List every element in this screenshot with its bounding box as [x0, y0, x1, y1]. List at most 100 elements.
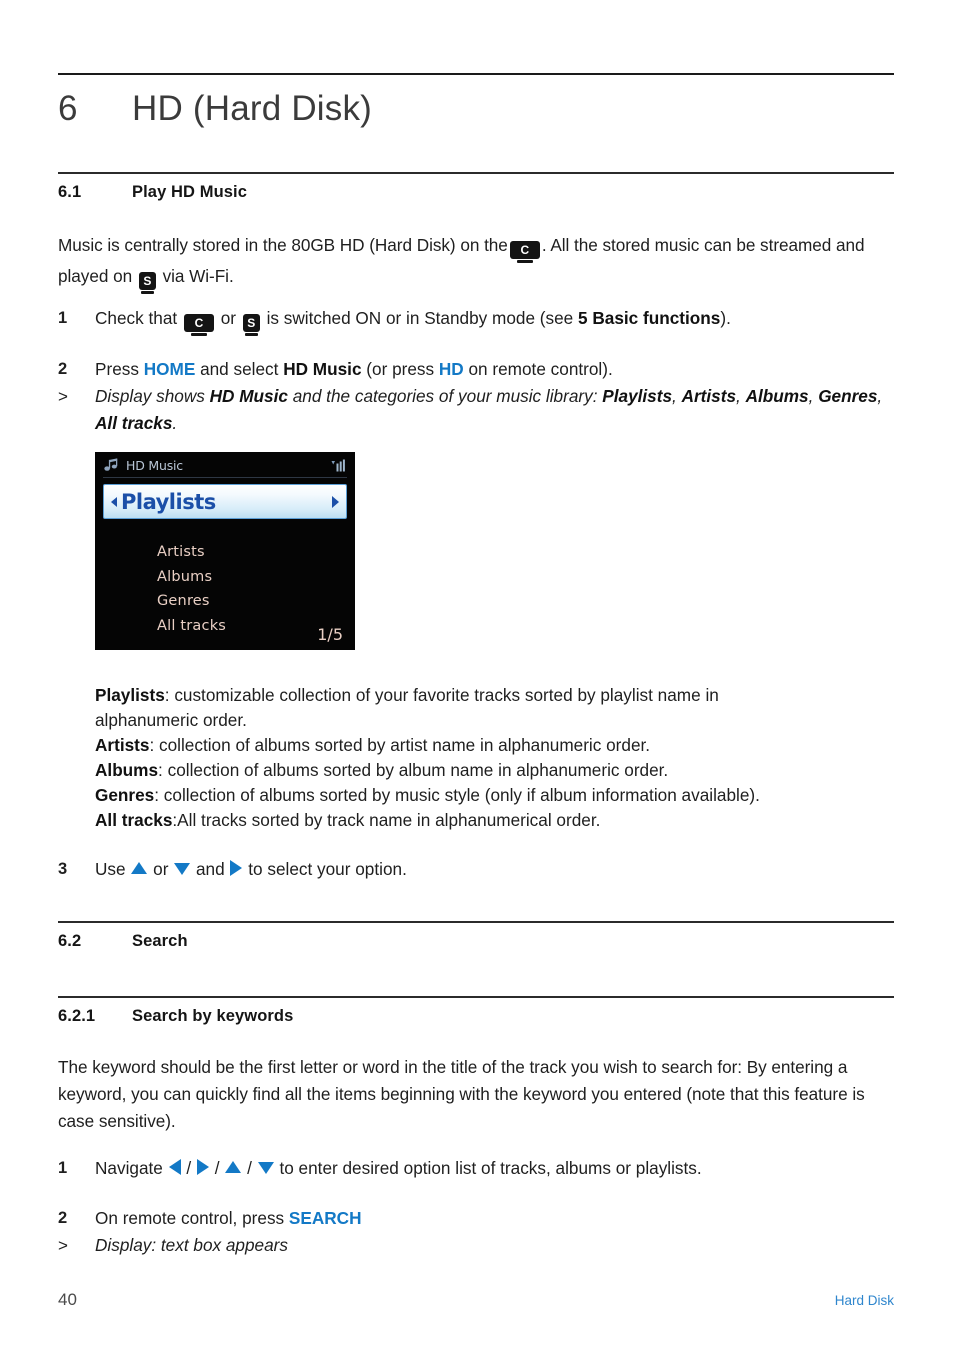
result-marker: > — [58, 1236, 68, 1255]
step-61-2: 2 Press HOME and select HD Music (or pre… — [58, 356, 898, 383]
step-marker: 2 — [58, 1209, 68, 1227]
result-bold-playlists: Playlists — [602, 386, 673, 406]
center-device-letter: C — [509, 241, 540, 259]
document-page: 6 HD (Hard Disk) 6.1 Play HD Music Music i… — [0, 0, 954, 1350]
step-text-b: to enter desired option list of tracks, … — [279, 1158, 702, 1178]
section-heading-62: 6.2 Search — [58, 932, 894, 951]
definition-playlists-line2: alphanumeric order. — [95, 710, 247, 730]
section-title-62: Search — [132, 932, 188, 950]
center-device-icon: C — [509, 241, 540, 263]
device-menu-item[interactable]: Genres — [157, 589, 355, 614]
arrow-left-icon — [168, 1159, 181, 1175]
step-text-a: Check that — [95, 308, 178, 328]
step-621-1: 1 Navigate / / / to enter desired option… — [58, 1155, 898, 1182]
definition-all-tracks: All tracks:All tracks sorted by track na… — [95, 808, 895, 833]
result-body: Display shows HD Music and the categorie… — [95, 383, 898, 437]
device-page-indicator: 1/5 — [317, 625, 343, 644]
arrow-down-icon — [257, 1162, 274, 1174]
signal-bars-icon — [331, 459, 345, 471]
step-marker: 2 — [58, 360, 68, 378]
step-text-d: ). — [720, 308, 731, 328]
device-menu-item[interactable]: Albums — [157, 565, 355, 590]
device-menu-list: Artists Albums Genres All tracks — [117, 540, 355, 638]
definition-desc: collection of albums sorted by music sty… — [163, 785, 760, 805]
step-body: Use or and to select your option. — [95, 856, 898, 883]
definition-sep: : — [149, 735, 160, 755]
arrow-down-icon — [174, 863, 191, 875]
center-device-letter: C — [183, 314, 214, 332]
definitions-list: Playlists: customizable collection of yo… — [95, 683, 895, 833]
arrow-up-icon — [225, 1161, 242, 1173]
definition-sep: : — [164, 685, 175, 705]
definition-sep: : — [154, 785, 164, 805]
step-text-d: to select your option. — [248, 859, 407, 879]
arrow-right-icon — [230, 860, 243, 876]
result-sep-2: , — [736, 386, 741, 406]
station-device-letter: S — [242, 314, 260, 332]
step-text-a: On remote control, press — [95, 1208, 285, 1228]
step-text-d: on remote control). — [468, 359, 613, 379]
station-device-stand — [140, 291, 154, 294]
step-61-result: > Display shows HD Music and the categor… — [58, 383, 898, 437]
result-bold-genres: Genres — [818, 386, 878, 406]
step-sep-1: / — [186, 1158, 192, 1178]
arrow-right-icon — [196, 1159, 209, 1175]
chapter-heading: 6 HD (Hard Disk) — [58, 89, 894, 129]
definition-term: Artists — [95, 735, 150, 755]
result-sep-5: . — [172, 413, 178, 433]
definition-desc: collection of albums sorted by artist na… — [159, 735, 651, 755]
station-device-icon: S — [138, 272, 156, 294]
definition-artists: Artists: collection of albums sorted by … — [95, 733, 895, 758]
running-head: Hard Disk — [834, 1293, 894, 1308]
definition-desc: customizable collection of your favorite… — [174, 685, 719, 705]
arrow-up-icon — [131, 862, 148, 874]
device-screen-title: HD Music — [126, 457, 183, 473]
search-paragraph: The keyword should be the first letter o… — [58, 1057, 865, 1131]
definition-desc: All tracks sorted by track name in alpha… — [177, 810, 601, 830]
section-rule-621 — [58, 996, 894, 998]
center-device-icon: C — [183, 314, 214, 336]
step-ref-bold: 5 Basic functions — [578, 308, 721, 328]
step-body: On remote control, press SEARCH — [95, 1205, 898, 1232]
hd-music-label: HD Music — [283, 359, 362, 379]
result-bold-albums: Albums — [745, 386, 809, 406]
step-text-b: and select — [200, 359, 279, 379]
result-body: Display: text box appears — [95, 1235, 288, 1255]
step-text-c: is switched ON or in Standby mode (see — [266, 308, 574, 328]
step-text-b: or — [153, 859, 169, 879]
definition-term: All tracks — [95, 810, 173, 830]
home-key-label: HOME — [143, 359, 196, 379]
step-marker: 1 — [58, 309, 68, 327]
result-marker: > — [58, 387, 68, 406]
step-body: Press HOME and select HD Music (or press… — [95, 356, 898, 383]
result-sep-3: , — [808, 386, 814, 406]
search-key-label: SEARCH — [288, 1208, 362, 1228]
intro-text-c: via Wi-Fi. — [162, 266, 234, 286]
step-sep-2: / — [214, 1158, 220, 1178]
definition-albums: Albums: collection of albums sorted by a… — [95, 758, 895, 783]
device-screen-header: HD Music — [95, 452, 355, 478]
step-body: Navigate / / / to enter desired option l… — [95, 1155, 898, 1182]
device-selected-row[interactable]: Playlists — [103, 484, 347, 519]
definition-genres: Genres: collection of albums sorted by m… — [95, 783, 895, 808]
step-text-b: or — [220, 308, 237, 328]
step-marker: 1 — [58, 1159, 68, 1177]
step-sep-3: / — [247, 1158, 252, 1178]
result-bold-hd-music: HD Music — [209, 386, 288, 406]
step-61-1: 1 Check that C or S is switched ON or in… — [58, 305, 898, 336]
device-menu-item[interactable]: Artists — [157, 540, 355, 565]
header-rule — [58, 73, 894, 75]
definition-desc: collection of albums sorted by album nam… — [167, 760, 669, 780]
device-selected-label: Playlists — [121, 489, 216, 514]
result-text-a: Display shows — [95, 386, 205, 406]
result-text-b: and the categories of your music library… — [292, 386, 598, 406]
step-text-a: Navigate — [95, 1158, 163, 1178]
definition-term: Albums — [95, 760, 159, 780]
music-note-icon — [104, 458, 118, 471]
step-marker: 3 — [58, 860, 68, 878]
section-rule-61 — [58, 172, 894, 174]
station-device-icon: S — [242, 314, 260, 336]
definition-term: Playlists — [95, 685, 165, 705]
step-621-result: > Display: text box appears — [58, 1232, 898, 1259]
section-rule-62 — [58, 921, 894, 923]
